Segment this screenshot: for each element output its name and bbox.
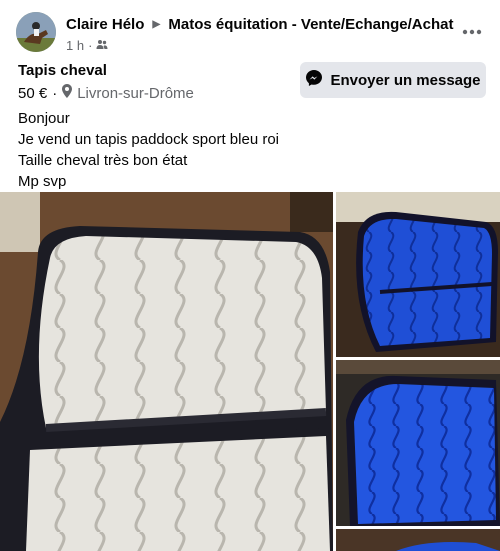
messenger-icon xyxy=(305,69,323,91)
listing-title: Tapis cheval xyxy=(18,62,107,79)
location-pin-icon xyxy=(62,84,73,102)
price-separator: · xyxy=(52,84,58,102)
send-message-button[interactable]: Envoyer un message xyxy=(300,62,486,98)
listing-description: Bonjour Je vend un tapis paddock sport b… xyxy=(18,108,279,192)
listing-photo-4[interactable] xyxy=(336,529,500,551)
author-group-line: Claire Hélo ▶ Matos équitation - Vente/E… xyxy=(66,16,453,33)
meta-separator: · xyxy=(88,38,93,53)
post-meta: 1 h · xyxy=(66,38,108,53)
price-location-line: 50 € · Livron-sur-Drôme xyxy=(18,84,194,102)
group-audience-icon xyxy=(96,38,108,53)
listing-photo-2[interactable] xyxy=(336,192,500,357)
description-line: Bonjour xyxy=(18,110,70,127)
description-line: Je vend un tapis paddock sport bleu roi xyxy=(18,131,279,148)
listing-location[interactable]: Livron-sur-Drôme xyxy=(77,85,194,102)
avatar[interactable] xyxy=(16,12,56,52)
post-time[interactable]: 1 h xyxy=(66,38,84,53)
triangle-right-icon: ▶ xyxy=(152,19,161,30)
send-message-label: Envoyer un message xyxy=(330,71,481,89)
listing-price: 50 € xyxy=(18,84,48,102)
listing-photo-3[interactable] xyxy=(336,360,500,526)
group-name[interactable]: Matos équitation - Vente/Echange/Achat xyxy=(168,16,453,33)
more-options-icon[interactable] xyxy=(458,18,486,46)
listing-photo-main[interactable] xyxy=(0,192,333,551)
post-header: Claire Hélo ▶ Matos équitation - Vente/E… xyxy=(0,0,500,60)
description-line: Mp svp xyxy=(18,173,67,190)
description-line: Taille cheval très bon état xyxy=(18,152,188,169)
author-name[interactable]: Claire Hélo xyxy=(66,16,144,33)
